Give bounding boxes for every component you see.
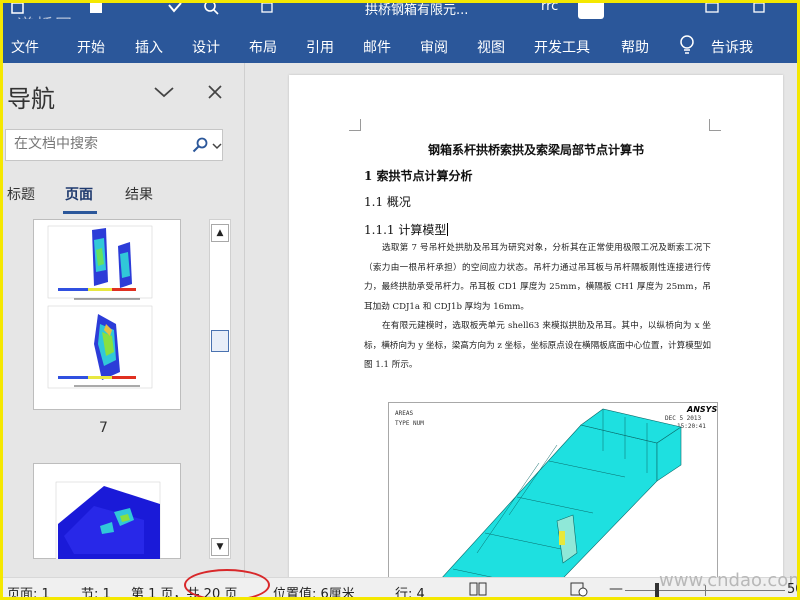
tell-me-search[interactable]: 告诉我 bbox=[711, 37, 753, 57]
scroll-up-arrow-icon[interactable]: ▲ bbox=[211, 224, 229, 242]
nav-pane-title: 导航 bbox=[7, 85, 55, 113]
search-options-chevron-icon[interactable] bbox=[212, 138, 222, 152]
dropdown-icon[interactable] bbox=[261, 3, 273, 16]
thumbnail-page-number: 7 bbox=[99, 420, 108, 436]
status-position[interactable]: 位置值: 6厘米 bbox=[273, 583, 355, 597]
tab-review[interactable]: 审阅 bbox=[420, 37, 448, 57]
avatar[interactable] bbox=[578, 3, 604, 19]
navigation-pane: 导航 标题 页面 结果 bbox=[3, 63, 245, 577]
tab-pages[interactable]: 页面 bbox=[65, 184, 93, 204]
ribbon-display-icon[interactable] bbox=[705, 3, 719, 16]
scroll-down-arrow-icon[interactable]: ▼ bbox=[211, 538, 229, 556]
zoom-out-icon[interactable]: — bbox=[609, 581, 623, 597]
thumbnail-scrollbar[interactable]: ▲ ▼ bbox=[209, 219, 231, 559]
heading-level-2: 1.1 概况 bbox=[364, 195, 411, 209]
status-page[interactable]: 页面: 1 bbox=[7, 583, 50, 597]
web-layout-icon[interactable] bbox=[569, 581, 599, 597]
tab-layout[interactable]: 布局 bbox=[249, 37, 277, 57]
search-input[interactable] bbox=[14, 136, 184, 152]
body-paragraph: 选取第 7 号吊杆处拱肋及吊耳为研究对象，分析其在正常使用极限工况及断索工况下（… bbox=[364, 243, 711, 312]
tab-mailings[interactable]: 邮件 bbox=[363, 37, 391, 57]
tab-view[interactable]: 视图 bbox=[477, 37, 505, 57]
close-icon[interactable] bbox=[207, 83, 223, 103]
check-icon[interactable] bbox=[167, 3, 183, 16]
tab-results[interactable]: 结果 bbox=[125, 184, 153, 204]
undo-icon[interactable] bbox=[89, 3, 103, 16]
document-title: 拱桥钢箱有限元... bbox=[365, 3, 469, 18]
text-cursor bbox=[447, 223, 449, 236]
magnifier-icon[interactable] bbox=[203, 3, 219, 16]
nav-search-box bbox=[5, 129, 223, 161]
tab-home[interactable]: 开始 bbox=[77, 37, 105, 57]
ribbon-tabs: 文件 开始 插入 设计 布局 引用 邮件 审阅 视图 开发工具 帮助 告诉我 bbox=[3, 19, 797, 63]
document-area: 钢箱系杆拱桥索拱及索梁局部节点计算书 1 索拱节点计算分析 1.1 概况 1.1… bbox=[245, 63, 797, 577]
ansys-model-figure: AREAS TYPE NUM ANSYS DEC 5 2013 15:20:41 bbox=[388, 402, 718, 577]
margin-mark bbox=[709, 119, 721, 131]
tab-design[interactable]: 设计 bbox=[192, 37, 220, 57]
fe-model-drawing bbox=[442, 408, 682, 577]
app-window: 拱桥钢箱有限元... rrc 道桥网 文件 开始 插入 设计 布局 引用 邮件 … bbox=[0, 0, 800, 600]
tab-references[interactable]: 引用 bbox=[306, 37, 334, 57]
tab-developer[interactable]: 开发工具 bbox=[534, 37, 590, 57]
chevron-down-icon[interactable] bbox=[153, 84, 175, 100]
status-line[interactable]: 行: 4 bbox=[395, 583, 425, 597]
read-mode-icon[interactable] bbox=[468, 581, 498, 597]
heading-level-3: 1.1.1 计算模型 bbox=[364, 221, 449, 238]
active-tab-indicator bbox=[63, 211, 97, 214]
body-paragraph: 在有限元建模时，选取板壳单元 shell63 来模拟拱肋及吊耳。其中，以纵桥向为… bbox=[364, 321, 711, 370]
restore-icon[interactable] bbox=[753, 3, 765, 16]
page-thumbnail[interactable] bbox=[33, 463, 181, 559]
tab-headings[interactable]: 标题 bbox=[7, 184, 35, 204]
tab-help[interactable]: 帮助 bbox=[621, 37, 649, 57]
scrollbar-thumb[interactable] bbox=[211, 330, 229, 352]
zoom-level[interactable]: 50 bbox=[787, 582, 797, 597]
search-icon[interactable] bbox=[192, 137, 208, 153]
status-section[interactable]: 节: 1 bbox=[81, 583, 111, 597]
title-bar: 拱桥钢箱有限元... rrc bbox=[3, 3, 797, 19]
lightbulb-icon[interactable] bbox=[679, 35, 695, 59]
document-page[interactable]: 钢箱系杆拱桥索拱及索梁局部节点计算书 1 索拱节点计算分析 1.1 概况 1.1… bbox=[289, 75, 783, 577]
tab-insert[interactable]: 插入 bbox=[135, 37, 163, 57]
user-name[interactable]: rrc bbox=[541, 3, 558, 14]
site-watermark-url: www.cndao.com bbox=[659, 570, 800, 591]
document-heading: 钢箱系杆拱桥索拱及索梁局部节点计算书 bbox=[427, 143, 644, 157]
page-thumbnail[interactable] bbox=[33, 219, 181, 410]
tab-file[interactable]: 文件 bbox=[11, 37, 39, 57]
margin-mark bbox=[349, 119, 361, 131]
highlight-annotation-circle bbox=[184, 569, 270, 597]
heading-level-1: 1 索拱节点计算分析 bbox=[364, 169, 473, 183]
heading-level-3-text: 1.1.1 计算模型 bbox=[364, 223, 447, 237]
page-thumbnails: 7 bbox=[3, 219, 207, 559]
